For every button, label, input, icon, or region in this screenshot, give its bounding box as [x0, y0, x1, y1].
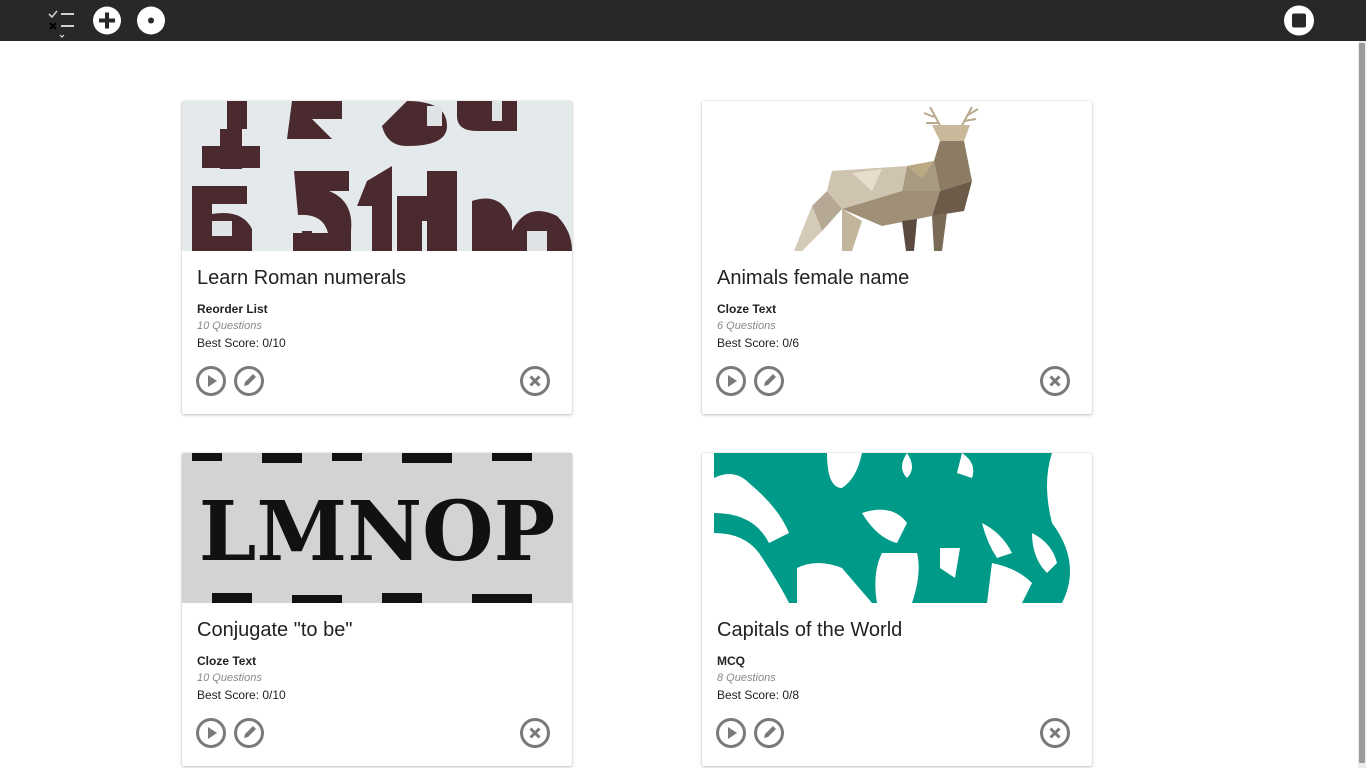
card-type: Cloze Text [197, 654, 257, 668]
scroll-thumb[interactable] [1359, 43, 1365, 763]
add-icon[interactable] [91, 0, 123, 41]
delete-icon[interactable] [1040, 366, 1070, 396]
card-type: Reorder List [197, 302, 268, 316]
question-count: 8 Questions [717, 672, 776, 684]
edit-icon[interactable] [754, 718, 784, 748]
play-icon[interactable] [716, 718, 746, 748]
question-count: 6 Questions [717, 320, 776, 332]
svg-text:LMNOP: LMNOP [199, 484, 555, 580]
play-icon[interactable] [196, 366, 226, 396]
activity-card: Animals female name Cloze Text 6 Questio… [702, 101, 1092, 414]
activity-card: Capitals of the World MCQ 8 Questions Be… [702, 453, 1092, 766]
toolbar [0, 0, 1366, 41]
question-count: 10 Questions [197, 672, 262, 684]
numbers-collage-image [182, 101, 572, 251]
edit-icon[interactable] [754, 366, 784, 396]
card-title: Capitals of the World [717, 619, 903, 641]
best-score: Best Score: 0/10 [197, 336, 286, 350]
card-type: Cloze Text [717, 302, 777, 316]
edit-icon[interactable] [234, 366, 264, 396]
world-map-image [702, 453, 1092, 603]
question-count: 10 Questions [197, 320, 262, 332]
target-icon[interactable] [135, 0, 167, 41]
play-icon[interactable] [716, 366, 746, 396]
play-icon[interactable] [196, 718, 226, 748]
scrollbar[interactable] [1358, 41, 1366, 768]
delete-icon[interactable] [520, 366, 550, 396]
polygon-deer-image [702, 101, 1092, 251]
best-score: Best Score: 0/8 [717, 688, 800, 702]
delete-icon[interactable] [1040, 718, 1070, 748]
best-score: Best Score: 0/6 [717, 336, 800, 350]
edit-icon[interactable] [234, 718, 264, 748]
best-score: Best Score: 0/10 [197, 688, 286, 702]
card-title: Animals female name [717, 267, 910, 289]
activity-card: LMNOP Conjugate "to be" Cloze Text 10 Qu… [182, 453, 572, 766]
delete-icon[interactable] [520, 718, 550, 748]
card-title: Learn Roman numerals [197, 267, 406, 289]
card-title: Conjugate "to be" [197, 619, 353, 641]
check-list-icon[interactable] [44, 0, 80, 41]
stop-icon[interactable] [1283, 0, 1315, 41]
card-type: MCQ [717, 654, 745, 668]
letters-lmnop-image: LMNOP [182, 453, 572, 603]
activity-card: Learn Roman numerals Reorder List 10 Que… [182, 101, 572, 414]
